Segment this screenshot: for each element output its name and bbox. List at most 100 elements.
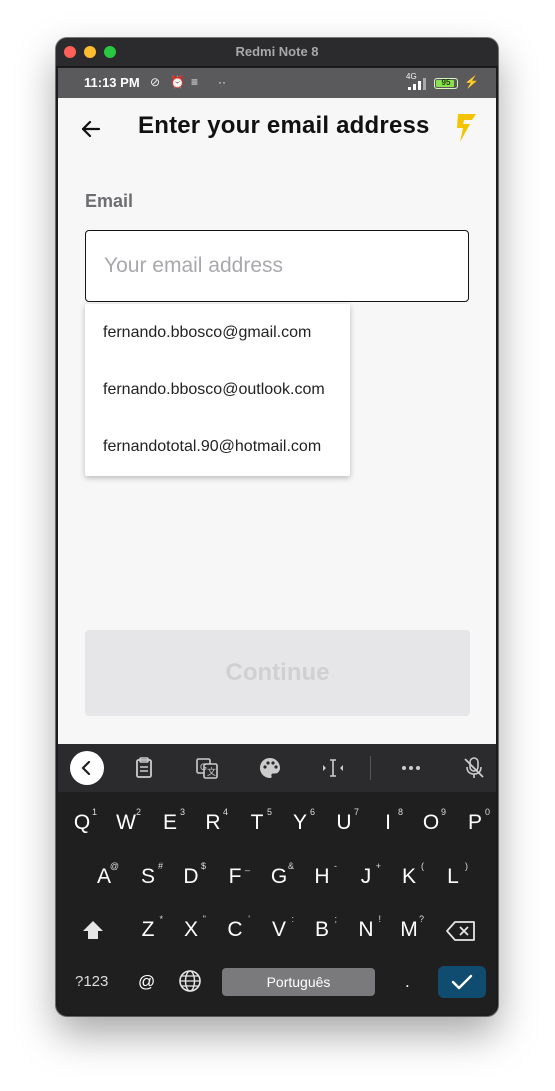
key-label: C [227,918,243,941]
key-label: L [447,865,459,888]
status-bar: 11:13 PM ⊘ ⏰ ≡ ·· 4G 95 ⚡ [58,68,496,98]
key-hint: 2 [135,807,141,817]
key-g[interactable]: G & [266,861,294,889]
key-hint: @ [109,861,119,871]
key-i[interactable]: I8 [375,807,403,835]
email-suggestion[interactable]: fernando.bbosco@outlook.com [85,361,350,418]
device-screen: 11:13 PM ⊘ ⏰ ≡ ·· 4G 95 ⚡ Enter your ema… [58,68,496,1014]
space-bar[interactable]: Português [222,968,375,996]
key-hint: # [157,861,163,871]
svg-text:G: G [200,762,207,772]
key-label: F [228,865,242,888]
key-hint: ( [421,861,424,871]
key-label: J [360,865,372,888]
continue-button[interactable]: Continue [85,630,470,716]
key-label: E [162,811,177,834]
toolbar-divider [370,756,371,780]
key-label: R [205,811,221,834]
key-label: U [336,811,352,834]
at-key[interactable]: @ [138,972,155,992]
key-r[interactable]: R4 [200,807,228,835]
key-k[interactable]: K( [396,861,424,889]
shift-icon[interactable] [80,918,106,942]
on-screen-keyboard: G 文 Q 1 W 2 E 3 R 4 T 5 Y 6 U 7 I 8 O 9 … [58,744,496,1014]
key-hint: & [287,861,294,871]
key-label: H [314,865,330,888]
alarm-icon: ⏰ [170,75,185,89]
palette-icon[interactable] [256,754,284,782]
email-input[interactable] [85,230,469,302]
enter-key[interactable] [438,966,486,998]
language-globe-icon[interactable] [178,969,202,993]
key-label: I [385,811,391,834]
key-e[interactable]: E3 [157,807,185,835]
key-w[interactable]: W2 [113,807,141,835]
key-hint: $ [200,861,206,871]
battery-percent: 95 [441,78,451,87]
email-suggestion[interactable]: fernando.bbosco@gmail.com [85,304,350,361]
key-l[interactable]: L) [440,861,468,889]
key-u[interactable]: U7 [331,807,359,835]
key-label: Y [292,811,307,834]
key-hint: 6 [309,807,315,817]
text-cursor-icon[interactable] [319,754,347,782]
key-n[interactable]: N! [353,914,381,942]
page-title: Enter your email address [138,112,430,139]
key-d[interactable]: D $ [178,861,206,889]
key-t[interactable]: T5 [244,807,272,835]
translate-icon[interactable]: G 文 [193,754,221,782]
key-f[interactable]: F _ [222,861,250,889]
notifications-off-icon: ⊘ [150,75,161,89]
key-o[interactable]: O9 [418,807,446,835]
lightning-logo-icon [457,114,476,142]
key-hint: ? [418,914,424,924]
key-hint: 8 [397,807,403,817]
key-v[interactable]: V: [266,914,294,942]
period-key[interactable]: . [405,972,410,992]
key-hint: - [334,861,337,871]
key-hint: 3 [179,807,185,817]
key-c[interactable]: C ' [222,914,250,942]
key-label: W [116,811,136,834]
back-arrow-icon[interactable] [78,116,104,142]
key-z[interactable]: Z * [135,914,163,942]
keyboard-collapse-button[interactable] [70,751,104,785]
email-suggestion[interactable]: fernandototal.90@hotmail.com [85,418,350,475]
key-hint: + [375,861,381,871]
backspace-icon[interactable] [445,920,477,942]
chevron-left-icon [81,760,91,776]
key-hint: : [291,914,294,924]
key-hint: ! [378,914,381,924]
mic-off-icon[interactable] [460,754,488,782]
symbols-key[interactable]: ?123 [75,973,108,990]
key-label: Z [141,918,155,941]
battery-icon: 95 [434,78,458,89]
key-m[interactable]: M? [396,914,424,942]
key-y[interactable]: Y6 [287,807,315,835]
key-label: D [183,865,199,888]
key-s[interactable]: S # [135,861,163,889]
emulator-window: Redmi Note 8 11:13 PM ⊘ ⏰ ≡ ·· 4G 95 ⚡ E… [56,38,498,1016]
keyboard-toolbar: G 文 [58,744,496,792]
key-q[interactable]: Q1 [69,807,97,835]
key-hint: 1 [91,807,97,817]
key-hint: 7 [353,807,359,817]
clipboard-icon[interactable] [130,754,158,782]
email-label: Email [85,191,134,211]
key-label: O [422,811,440,834]
key-hint: ' [248,914,250,924]
key-a[interactable]: A @ [91,861,119,889]
key-hint: ) [465,861,468,871]
key-label: T [250,811,264,834]
charging-icon: ⚡ [464,75,479,89]
key-x[interactable]: X " [178,914,206,942]
key-label: V [271,918,286,941]
key-b[interactable]: B; [309,914,337,942]
key-p[interactable]: P0 [462,807,490,835]
more-options-icon[interactable] [397,754,425,782]
key-j[interactable]: J + [353,861,381,889]
key-label: Q [73,811,91,834]
key-hint: _ [244,861,250,871]
key-h[interactable]: H- [309,861,337,889]
email-suggestions-list: fernando.bbosco@gmail.com fernando.bbosco… [85,304,350,476]
